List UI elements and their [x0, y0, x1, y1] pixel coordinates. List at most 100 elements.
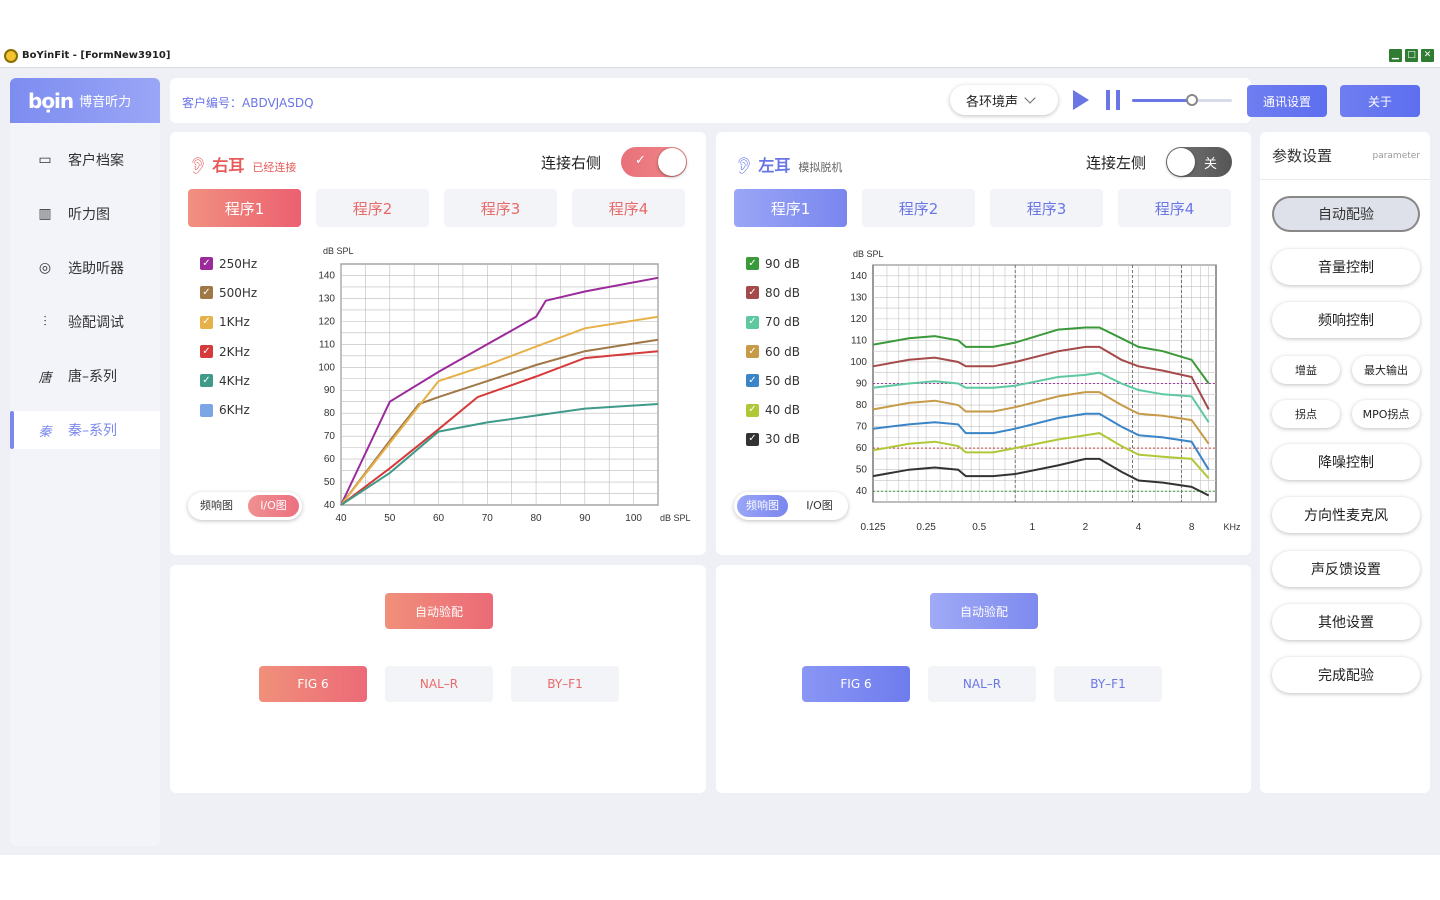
- volume-slider[interactable]: [1132, 94, 1232, 106]
- checkbox-icon[interactable]: [200, 403, 213, 417]
- sidebar-item-label: 验配调试: [68, 315, 124, 331]
- sidebar-item-fitting[interactable]: ⫶ 验配调试: [10, 295, 160, 349]
- view-freq-option[interactable]: 频响图: [737, 495, 788, 517]
- close-button[interactable]: ✕: [1421, 49, 1434, 62]
- right-view-switch[interactable]: 频响图 I/O图: [188, 492, 302, 520]
- connect-left-toggle[interactable]: 关: [1166, 147, 1232, 177]
- pause-icon[interactable]: [1106, 90, 1120, 110]
- y-tick-label: 50: [856, 465, 868, 476]
- y-tick-label: 50: [324, 477, 336, 488]
- check-icon: ✓: [635, 153, 646, 168]
- volume-slider-knob[interactable]: [1186, 94, 1198, 106]
- app-logo-icon: [4, 48, 18, 63]
- checkbox-icon[interactable]: ✓: [746, 345, 759, 359]
- play-icon[interactable]: [1073, 90, 1089, 110]
- legend-item[interactable]: ✓ 40 dB: [746, 395, 800, 424]
- params-panel: 参数设置 parameter 自动配验 音量控制 频响控制 增益 最大输出 拐点…: [1260, 132, 1430, 793]
- right-formula-options: FIG 6 NAL–R BY–F1: [259, 666, 619, 702]
- checkbox-icon[interactable]: ✓: [200, 345, 213, 359]
- sidebar-item-audiogram[interactable]: ▥ 听力图: [10, 187, 160, 241]
- legend-item[interactable]: ✓ 90 dB: [746, 249, 800, 278]
- tab-program-3[interactable]: 程序3: [444, 189, 557, 227]
- right-ear-name: 右耳: [212, 156, 245, 175]
- left-view-switch[interactable]: 频响图 I/O图: [734, 492, 848, 520]
- tab-program-3[interactable]: 程序3: [990, 189, 1103, 227]
- checkbox-icon[interactable]: ✓: [746, 315, 759, 329]
- checkbox-icon[interactable]: ✓: [746, 432, 759, 446]
- checkbox-icon[interactable]: ✓: [746, 257, 759, 271]
- legend-item[interactable]: ✓ 30 dB: [746, 425, 800, 454]
- left-ear-status: 模拟脱机: [798, 161, 843, 174]
- max-output-button[interactable]: 最大输出: [1352, 356, 1420, 384]
- right-ear-panel: 👂︎ 右耳 已经连接 连接右侧 ✓ 程序1 程序2 程序3 程序4 ✓ 250Hz…: [170, 132, 706, 555]
- maximize-button[interactable]: □: [1405, 49, 1418, 62]
- connect-right-toggle[interactable]: ✓: [621, 147, 687, 177]
- tab-program-1[interactable]: 程序1: [188, 189, 301, 227]
- environment-select[interactable]: 各环境声: [950, 85, 1058, 115]
- checkbox-icon[interactable]: ✓: [200, 374, 213, 388]
- volume-control-button[interactable]: 音量控制: [1272, 249, 1420, 285]
- legend-item[interactable]: ✓ 1KHz: [200, 308, 257, 337]
- right-auto-fit-button[interactable]: 自动验配: [385, 593, 493, 629]
- checkbox-icon[interactable]: ✓: [200, 286, 213, 300]
- legend-item[interactable]: ✓ 70 dB: [746, 308, 800, 337]
- noise-reduction-button[interactable]: 降噪控制: [1272, 444, 1420, 480]
- y-tick-label: 80: [856, 400, 868, 411]
- gain-button[interactable]: 增益: [1272, 356, 1340, 384]
- directional-mic-button[interactable]: 方向性麦克风: [1272, 497, 1420, 533]
- feedback-settings-button[interactable]: 声反馈设置: [1272, 551, 1420, 587]
- tab-program-4[interactable]: 程序4: [1118, 189, 1231, 227]
- left-ear-title: 👂︎ 左耳 模拟脱机: [734, 152, 842, 176]
- x-tick-label: 0.125: [860, 522, 885, 532]
- formula-fig6[interactable]: FIG 6: [259, 666, 367, 702]
- y-tick-label: 100: [318, 362, 335, 373]
- view-freq-option[interactable]: 频响图: [191, 495, 242, 517]
- sidebar-item-qin-series[interactable]: 秦秦–系列: [10, 411, 160, 449]
- legend-item[interactable]: ✓ 250Hz: [200, 249, 257, 278]
- minimize-button[interactable]: ▁: [1389, 49, 1402, 62]
- checkbox-icon[interactable]: ✓: [200, 257, 213, 271]
- checkbox-icon[interactable]: ✓: [746, 374, 759, 388]
- finish-fitting-button[interactable]: 完成配验: [1272, 657, 1420, 693]
- freq-response-button[interactable]: 频响控制: [1272, 302, 1420, 338]
- view-io-option[interactable]: I/O图: [248, 495, 299, 517]
- mpo-knee-button[interactable]: MPO拐点: [1352, 400, 1420, 428]
- formula-fig6[interactable]: FIG 6: [802, 666, 910, 702]
- legend-item[interactable]: ✓ 2KHz: [200, 337, 257, 366]
- legend-item[interactable]: ✓ 50 dB: [746, 366, 800, 395]
- knee-point-button[interactable]: 拐点: [1272, 400, 1340, 428]
- auto-fit-param-button[interactable]: 自动配验: [1272, 196, 1420, 232]
- tab-program-2[interactable]: 程序2: [316, 189, 429, 227]
- legend-item[interactable]: ✓ 500Hz: [200, 278, 257, 307]
- formula-nal-r[interactable]: NAL–R: [385, 666, 493, 702]
- sidebar-item-select-aid[interactable]: ◎ 选助听器: [10, 241, 160, 295]
- brand: bọin 博音听力: [10, 78, 160, 123]
- formula-by-f1[interactable]: BY–F1: [511, 666, 619, 702]
- left-ear-name: 左耳: [758, 156, 791, 175]
- sidebar-item-tang-series[interactable]: 唐唐–系列: [10, 349, 160, 403]
- legend-item[interactable]: ✓ 4KHz: [200, 366, 257, 395]
- legend-item[interactable]: ✓ 60 dB: [746, 337, 800, 366]
- tab-program-1[interactable]: 程序1: [734, 189, 847, 227]
- about-button[interactable]: 关于: [1340, 85, 1420, 117]
- x-axis-label: KHz: [1223, 522, 1241, 532]
- other-settings-button[interactable]: 其他设置: [1272, 604, 1420, 640]
- sidebar-item-client-file[interactable]: ▭ 客户档案: [10, 133, 160, 187]
- formula-nal-r[interactable]: NAL–R: [928, 666, 1036, 702]
- tab-program-4[interactable]: 程序4: [572, 189, 685, 227]
- y-tick-label: 120: [850, 314, 867, 325]
- x-tick-label: 0.5: [972, 522, 986, 532]
- legend-item[interactable]: ✓ 80 dB: [746, 278, 800, 307]
- comm-settings-button[interactable]: 通讯设置: [1247, 85, 1327, 117]
- x-tick-label: 40: [335, 513, 347, 524]
- view-io-option[interactable]: I/O图: [794, 495, 845, 517]
- sidebar-item-label: 听力图: [68, 207, 110, 223]
- legend-item[interactable]: 6KHz: [200, 395, 257, 424]
- y-axis-label: dB SPL: [853, 249, 884, 259]
- tab-program-2[interactable]: 程序2: [862, 189, 975, 227]
- checkbox-icon[interactable]: ✓: [746, 403, 759, 417]
- formula-by-f1[interactable]: BY–F1: [1054, 666, 1162, 702]
- left-auto-fit-button[interactable]: 自动验配: [930, 593, 1038, 629]
- checkbox-icon[interactable]: ✓: [746, 286, 759, 300]
- checkbox-icon[interactable]: ✓: [200, 315, 213, 329]
